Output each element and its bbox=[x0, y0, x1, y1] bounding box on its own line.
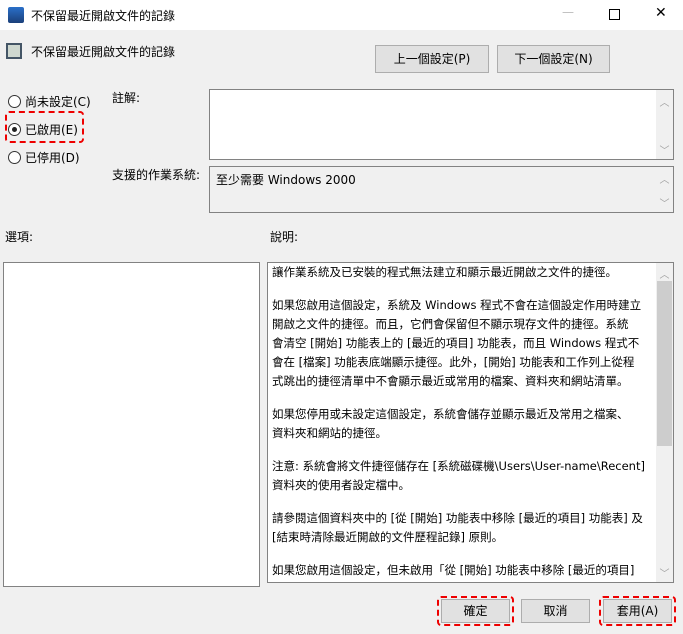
maximize-button[interactable] bbox=[609, 9, 620, 20]
help-line: 會在 [檔案] 功能表底端顯示捷徑。此外，[開始] 功能表和工作列上從程 bbox=[272, 355, 635, 369]
title-bar: 不保留最近開啟文件的記錄 — ✕ bbox=[0, 0, 683, 30]
radio-circle[interactable] bbox=[8, 151, 21, 164]
help-scrollbar[interactable]: ︿ ﹀ bbox=[656, 263, 673, 582]
help-paragraph: 注意: 系統會將文件捷徑儲存在 [系統磁碟機\Users\User-name\R… bbox=[272, 457, 657, 495]
help-line: 開啟之文件的捷徑。而且，它們會保留但不顯示現存文件的捷徑。系統 bbox=[272, 317, 629, 331]
supported-scrollbar[interactable]: ︿ ﹀ bbox=[656, 167, 673, 212]
radio-disabled[interactable]: 已停用(D) bbox=[8, 149, 80, 166]
highlight-ok bbox=[437, 596, 514, 626]
minimize-button[interactable]: — bbox=[562, 5, 574, 19]
help-paragraph: 請參閱這個資料夾中的 [從 [開始] 功能表中移除 [最近的項目] 功能表] 及… bbox=[272, 509, 657, 547]
help-line: 式跳出的捷徑清單中不會顯示最近或常用的檔案、資料夾和網站清單。 bbox=[272, 374, 629, 388]
previous-setting-button[interactable]: 上一個設定(P) bbox=[375, 45, 489, 73]
help-line: 如果您停用或未設定這個設定，系統會儲存並顯示最近及常用之檔案、 bbox=[272, 407, 629, 421]
help-paragraph: 如果您啟用這個設定，但未啟用「從 [開始] 功能表中移除 [最近的項目] 功能表」… bbox=[272, 561, 657, 582]
close-button[interactable]: ✕ bbox=[655, 5, 667, 21]
policy-icon bbox=[6, 43, 22, 59]
comment-input[interactable]: ︿ ﹀ bbox=[209, 89, 674, 160]
supported-os-field: 至少需要 Windows 2000 ︿ ﹀ bbox=[209, 166, 674, 213]
help-line: 會清空 [開始] 功能表上的 [最近的項目] 功能表，而且 Windows 程式… bbox=[272, 336, 640, 350]
help-line: 如果您啟用這個設定，系統及 Windows 程式不會在這個設定作用時建立 bbox=[272, 298, 642, 312]
options-panel bbox=[3, 262, 260, 587]
radio-circle[interactable] bbox=[8, 95, 21, 108]
comment-scrollbar[interactable]: ︿ ﹀ bbox=[656, 90, 673, 159]
supported-os-value: 至少需要 Windows 2000 bbox=[216, 173, 356, 187]
comment-label: 註解: bbox=[112, 91, 141, 105]
help-line: 讓作業系統及已安裝的程式無法建立和顯示最近開啟之文件的捷徑。 bbox=[272, 265, 617, 279]
radio-label: 尚未設定(C) bbox=[25, 95, 91, 109]
help-line: 請參閱這個資料夾中的 [從 [開始] 功能表中移除 [最近的項目] 功能表] 及 bbox=[272, 511, 643, 525]
help-line: 功能表」設定，則 [最近的項目] 功能表會出現在 [開始] 功能表上，但卻 bbox=[272, 580, 657, 582]
cancel-button[interactable]: 取消 bbox=[521, 599, 590, 623]
help-line: 資料夾的使用者設定檔中。 bbox=[272, 478, 410, 492]
app-icon bbox=[8, 7, 24, 23]
highlight-apply bbox=[599, 596, 676, 626]
policy-title: 不保留最近開啟文件的記錄 bbox=[31, 45, 176, 59]
help-text-box: 讓作業系統及已安裝的程式無法建立和顯示最近開啟之文件的捷徑。如果您啟用這個設定，… bbox=[267, 262, 674, 583]
help-label: 說明: bbox=[270, 230, 299, 244]
options-label: 選項: bbox=[5, 230, 34, 244]
help-line: 注意: 系統會將文件捷徑儲存在 [系統磁碟機\Users\User-name\R… bbox=[272, 459, 645, 473]
supported-os-label: 支援的作業系統: bbox=[112, 168, 201, 182]
help-line: 如果您啟用這個設定，但未啟用「從 [開始] 功能表中移除 [最近的項目] bbox=[272, 563, 635, 577]
scrollbar-thumb[interactable] bbox=[657, 281, 672, 446]
highlight-enabled bbox=[5, 111, 84, 143]
next-setting-button[interactable]: 下一個設定(N) bbox=[497, 45, 610, 73]
radio-label: 已停用(D) bbox=[25, 151, 80, 165]
help-paragraph: 如果您停用或未設定這個設定，系統會儲存並顯示最近及常用之檔案、 資料夾和網站的捷徑… bbox=[272, 405, 657, 443]
radio-not-configured[interactable]: 尚未設定(C) bbox=[8, 93, 91, 110]
help-line: 資料夾和網站的捷徑。 bbox=[272, 426, 387, 440]
help-line: [結束時清除最近開啟的文件歷程記錄] 原則。 bbox=[272, 530, 504, 544]
help-paragraph: 讓作業系統及已安裝的程式無法建立和顯示最近開啟之文件的捷徑。 bbox=[272, 263, 657, 282]
window-title: 不保留最近開啟文件的記錄 bbox=[31, 9, 176, 23]
help-paragraph: 如果您啟用這個設定，系統及 Windows 程式不會在這個設定作用時建立 開啟之文… bbox=[272, 296, 657, 391]
